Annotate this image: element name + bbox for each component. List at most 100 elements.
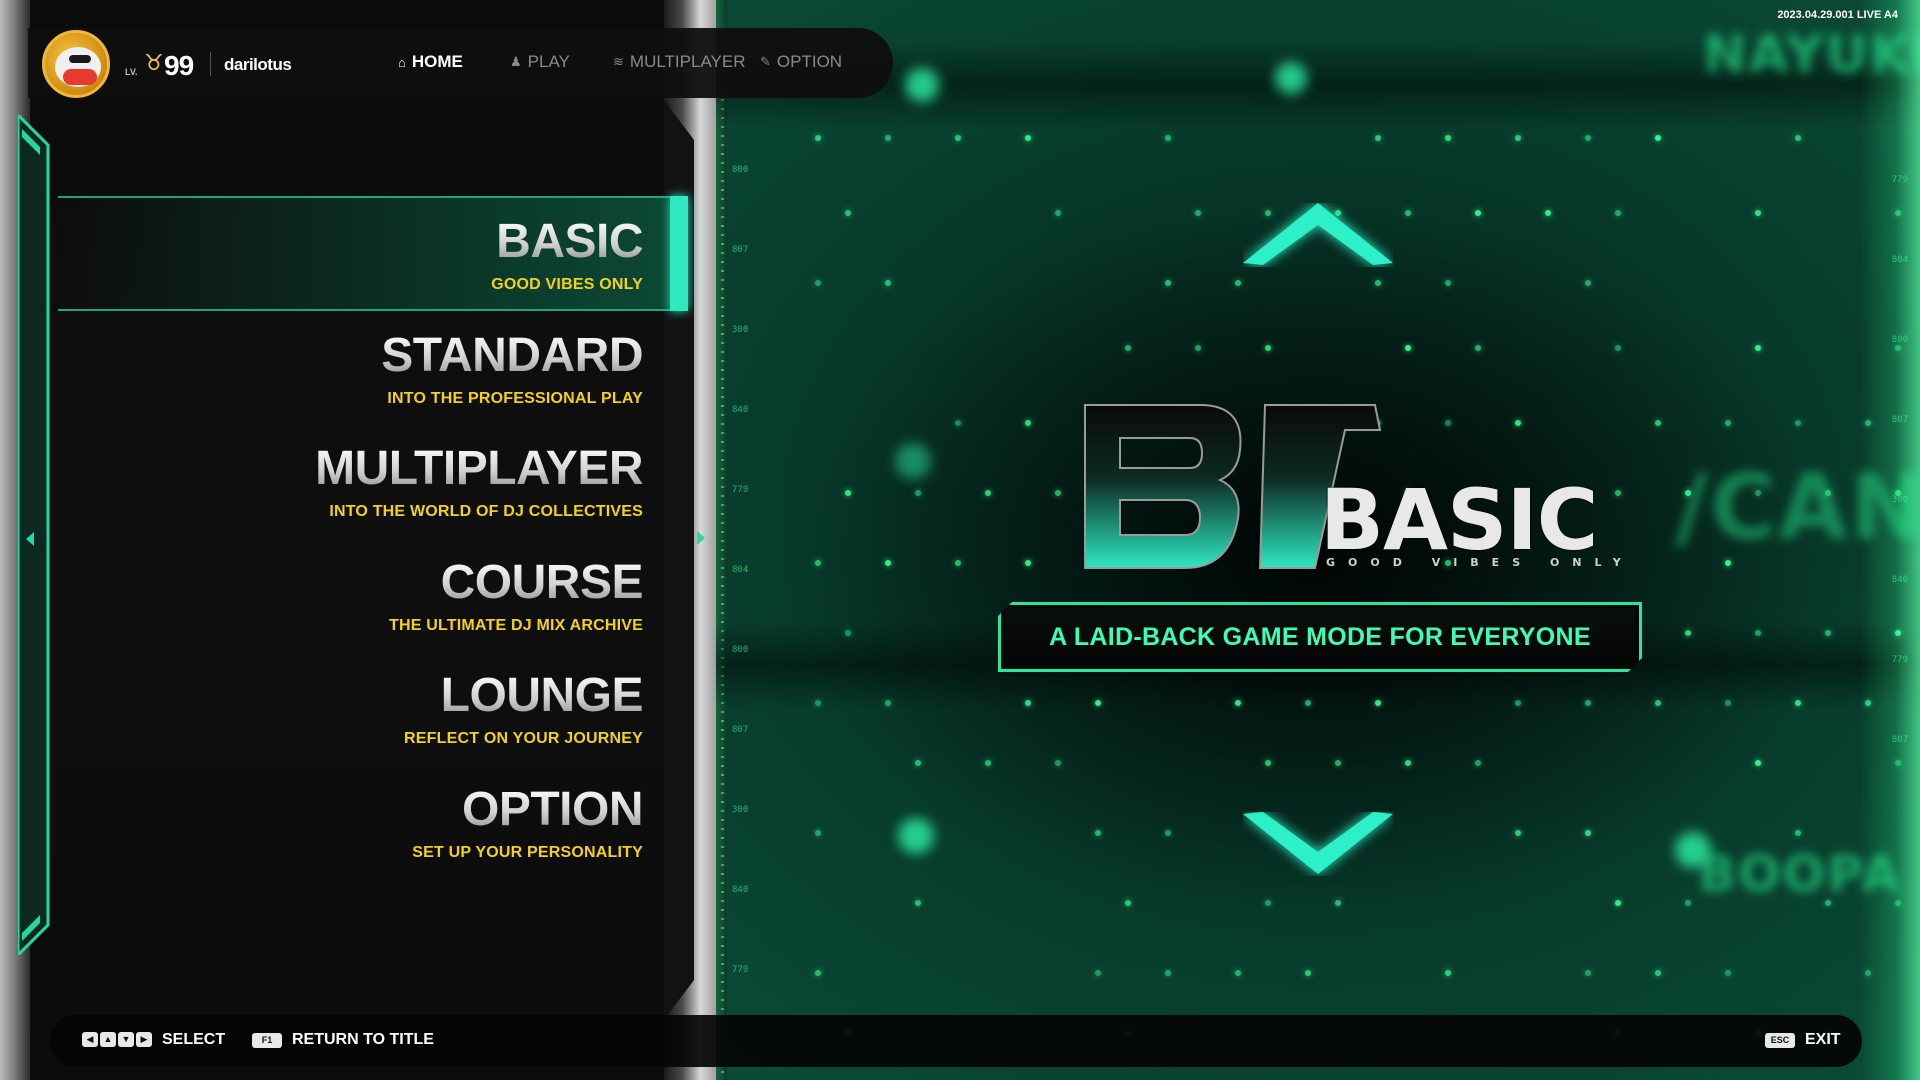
mode-description-box: A LAID-BACK GAME MODE FOR EVERYONE (998, 602, 1642, 672)
selected-menu-indicator (670, 196, 688, 311)
menu-item-subtitle: INTO THE WORLD OF DJ COLLECTIVES (329, 503, 643, 520)
lane-dot (1615, 490, 1621, 496)
profile-separator (210, 52, 211, 76)
lane-dot (1235, 280, 1241, 286)
lane-dot (1375, 700, 1381, 706)
lane-dot (1165, 135, 1171, 141)
lane-dot (1755, 345, 1761, 351)
lane-tick-labels: 779 804 800 807 300 840 779 807 (1891, 175, 1908, 745)
lane-dot (915, 760, 921, 766)
lane-dot (1755, 630, 1761, 636)
lane-dot (1585, 135, 1591, 141)
menu-item-title: STANDARD (381, 329, 643, 382)
level-prefix: LV. (125, 67, 138, 77)
lane-dot (1445, 135, 1451, 141)
lane-dot (1795, 135, 1801, 141)
glow-note (895, 443, 931, 479)
lane-dot (815, 970, 821, 976)
mode-description: A LAID-BACK GAME MODE FOR EVERYONE (1049, 622, 1591, 651)
lane-dot (1025, 420, 1031, 426)
lane-dot (845, 630, 851, 636)
menu-item-lounge[interactable]: LOUNGE REFLECT ON YOUR JOURNEY (404, 672, 644, 748)
menu-item-subtitle: SET UP YOUR PERSONALITY (412, 844, 643, 861)
return-to-title-hint[interactable]: F1 RETURN TO TITLE (252, 1031, 434, 1049)
lane-dot (1265, 900, 1271, 906)
mode-logo-title: BASIC (1320, 471, 1598, 569)
nav-tab-home[interactable]: ⌂ HOME (398, 52, 463, 72)
lane-dot (815, 830, 821, 836)
home-icon: ⌂ (398, 54, 406, 70)
menu-item-title: MULTIPLAYER (315, 442, 643, 495)
lane-dot (955, 420, 961, 426)
menu-item-standard[interactable]: STANDARD INTO THE PROFESSIONAL PLAY (381, 332, 643, 408)
select-hint[interactable]: ◀ ▲ ▼ ▶ SELECT (82, 1031, 225, 1049)
lane-dot (1755, 210, 1761, 216)
lane-dot (1515, 135, 1521, 141)
lane-dot (915, 900, 921, 906)
lane-dot (1025, 700, 1031, 706)
lane-dot (1265, 345, 1271, 351)
glow-note (905, 68, 939, 102)
mode-menu-panel (28, 0, 716, 1080)
menu-item-option[interactable]: OPTION SET UP YOUR PERSONALITY (412, 786, 643, 862)
mode-logo-tagline: GOOD VIBES ONLY (1326, 556, 1634, 569)
lane-dot (885, 135, 891, 141)
nav-tab-play[interactable]: ♟ PLAY (510, 52, 570, 72)
broadcast-icon: ≋ (613, 54, 624, 69)
lane-dot (985, 760, 991, 766)
blurred-lane-text: /CAN (1675, 455, 1920, 560)
lane-dot (1305, 700, 1311, 706)
menu-item-multiplayer[interactable]: MULTIPLAYER INTO THE WORLD OF DJ COLLECT… (315, 445, 643, 521)
exit-hint[interactable]: ESC EXIT (1765, 1031, 1841, 1049)
medal-icon: ♉ (144, 50, 164, 75)
lane-dot (1405, 210, 1411, 216)
lane-dot (1725, 560, 1731, 566)
lane-dot (1055, 210, 1061, 216)
lane-dot (1335, 900, 1341, 906)
lane-dot (845, 490, 851, 496)
lane-dot (1685, 900, 1691, 906)
lane-dot (1655, 420, 1661, 426)
lane-dot (1125, 345, 1131, 351)
scroll-down-arrow-icon[interactable] (1243, 812, 1393, 876)
lane-dot (1095, 830, 1101, 836)
menu-item-subtitle: THE ULTIMATE DJ MIX ARCHIVE (389, 617, 643, 634)
scroll-up-arrow-icon[interactable] (1243, 203, 1393, 267)
lane-dot (1475, 210, 1481, 216)
left-frame-rail (18, 115, 50, 955)
lane-dot (955, 560, 961, 566)
lane-dot (1795, 420, 1801, 426)
menu-item-title: COURSE (389, 559, 644, 607)
lane-dot (1375, 135, 1381, 141)
lane-dot (955, 135, 961, 141)
menu-item-title: OPTION (412, 786, 644, 834)
exit-label: EXIT (1805, 1031, 1841, 1048)
lane-dot (815, 280, 821, 286)
player-level: 99 (164, 50, 194, 81)
lane-dot (885, 560, 891, 566)
lane-dot (1235, 700, 1241, 706)
lane-dot (1655, 700, 1661, 706)
lane-dot (915, 490, 921, 496)
menu-item-course[interactable]: COURSE THE ULTIMATE DJ MIX ARCHIVE (389, 559, 644, 635)
nav-tab-label: MULTIPLAYER (629, 52, 746, 71)
lane-dot (1475, 760, 1481, 766)
avatar[interactable] (42, 30, 110, 98)
menu-item-basic[interactable]: BASIC GOOD VIBES ONLY (491, 218, 643, 294)
lane-dot (1405, 345, 1411, 351)
lane-dot (1055, 490, 1061, 496)
lane-dot (815, 560, 821, 566)
lane-dot (1515, 830, 1521, 836)
nav-tab-label: PLAY (527, 52, 570, 71)
lane-dot (815, 135, 821, 141)
nav-tab-option[interactable]: ✎ OPTION (760, 52, 842, 72)
lane-dot (1445, 280, 1451, 286)
menu-item-subtitle: GOOD VIBES ONLY (491, 276, 643, 293)
lane-dot (1095, 970, 1101, 976)
nav-tab-label: HOME (411, 52, 463, 71)
glow-note (898, 818, 934, 854)
esc-key-icon: ESC (1765, 1032, 1795, 1048)
person-icon: ♟ (510, 54, 522, 69)
lane-dot (1335, 760, 1341, 766)
nav-tab-multiplayer[interactable]: ≋ MULTIPLAYER (613, 52, 745, 72)
